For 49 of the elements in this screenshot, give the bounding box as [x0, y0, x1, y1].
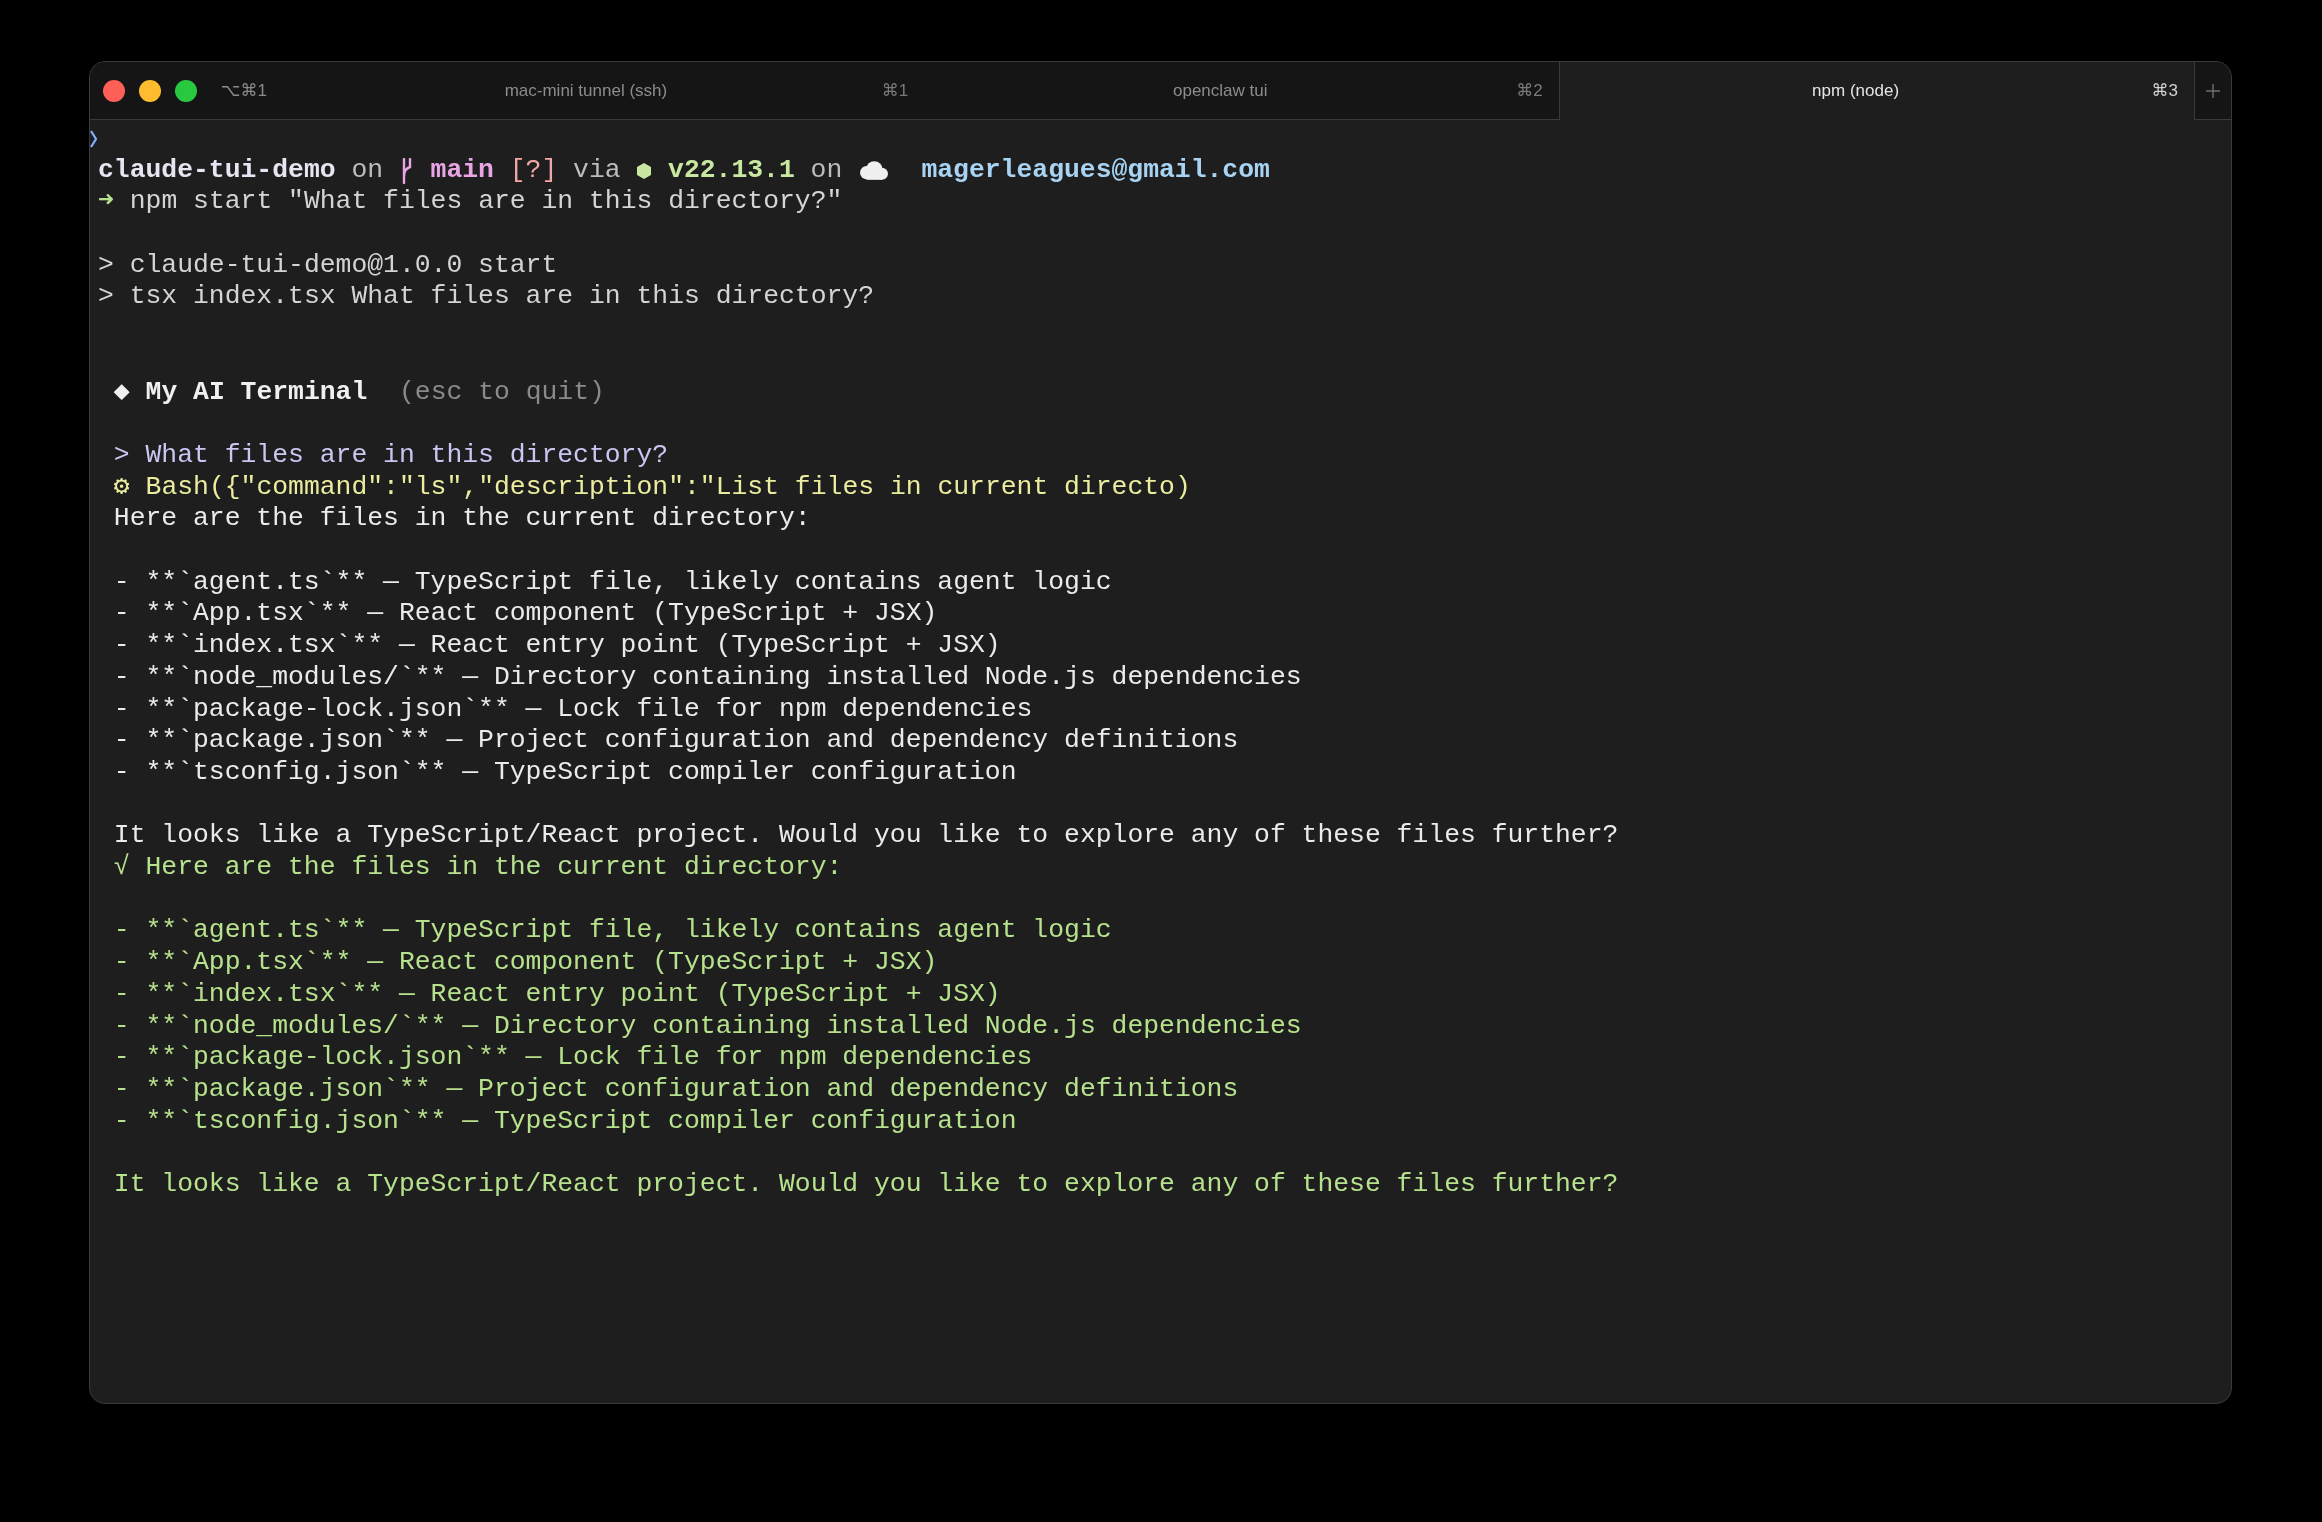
shortcut-label: ⌘2: [1516, 79, 1543, 102]
response-line: - **`agent.ts`** — TypeScript file, likely contains agent logic: [113, 566, 1112, 599]
tool-call: ⚙ Bash({"command":"ls","description":"List files in current directo): [113, 471, 1191, 504]
prompt-symbol: ➜: [98, 186, 114, 219]
app-title: ◆ My AI Terminal: [113, 376, 368, 409]
result-line: It looks like a TypeScript/React project. Would you like to explore any of these files further?: [113, 1169, 1619, 1201]
cloud-icon: [859, 161, 888, 181]
git-status: [?]: [509, 154, 558, 187]
output-line: > claude-tui-demo@1.0.0 start: [98, 249, 558, 282]
tab[interactable]: npm (node) ⌘3: [1558, 62, 2194, 120]
node-version: v22.13.1: [668, 154, 795, 187]
tab[interactable]: mac-mini tunnel (ssh) ⌘1: [290, 62, 925, 120]
result-line: - **`tsconfig.json`** — TypeScript compiler configuration: [113, 1105, 1017, 1138]
prompt-word: via: [573, 154, 621, 187]
result-line: - **`node_modules/`** — Directory containing installed Node.js dependencies: [113, 1010, 1302, 1043]
result-line: √ Here are the files in the current directory:: [113, 852, 843, 884]
response-line: - **`tsconfig.json`** — TypeScript compiler configuration: [113, 756, 1017, 789]
user-message: > What files are in this directory?: [113, 439, 669, 472]
response-line: - **`node_modules/`** — Directory containing installed Node.js dependencies: [113, 661, 1302, 694]
response-line: - **`index.tsx`** — React entry point (TypeScript + JSX): [113, 630, 1001, 662]
plus-icon: [2206, 83, 2220, 98]
response-line: - **`package.json`** — Project configuration and dependency definitions: [113, 725, 1239, 757]
git-branch-icon: [400, 157, 413, 184]
result-line: - **`package.json`** — Project configuration and dependency definitions: [113, 1073, 1239, 1106]
command-text: npm start "What files are in this directory?": [129, 186, 843, 219]
tab[interactable]: openclaw tui ⌘2: [924, 62, 1559, 120]
result-line: - **`package-lock.json`** — Lock file for npm dependencies: [113, 1042, 1033, 1074]
branch-name: main: [430, 154, 494, 187]
result-line: - **`agent.ts`** — TypeScript file, likely contains agent logic: [113, 915, 1112, 948]
result-line: - **`App.tsx`** — React component (TypeScript + JSX): [113, 947, 938, 979]
response-line: - **`App.tsx`** — React component (TypeScript + JSX): [113, 598, 938, 631]
window-shortcut: ⌥⌘1: [221, 79, 268, 102]
directory-name: claude-tui-demo: [98, 154, 336, 187]
response-line: Here are the files in the current directory:: [113, 503, 811, 536]
hint-text: (esc to quit): [398, 376, 605, 409]
shortcut-label: ⌘1: [881, 79, 909, 102]
close-button[interactable]: [103, 79, 125, 102]
response-line: It looks like a TypeScript/React project. Would you like to explore any of these files further?: [113, 820, 1619, 853]
maximize-button[interactable]: [175, 79, 197, 102]
hexagon-icon: [637, 162, 652, 179]
shortcut-label: ⌘3: [2151, 80, 2178, 103]
chevron-icon: [90, 129, 97, 148]
minimize-button[interactable]: [139, 79, 161, 102]
account-email: magerleagues@gmail.com: [921, 154, 1270, 187]
prompt-word: on: [351, 154, 384, 187]
prompt-word: on: [810, 154, 843, 187]
output-line: > tsx index.tsx What files are in this directory?: [98, 281, 874, 314]
result-line: - **`index.tsx`** — React entry point (TypeScript + JSX): [113, 978, 1001, 1011]
response-line: - **`package-lock.json`** — Lock file for npm dependencies: [113, 693, 1033, 726]
